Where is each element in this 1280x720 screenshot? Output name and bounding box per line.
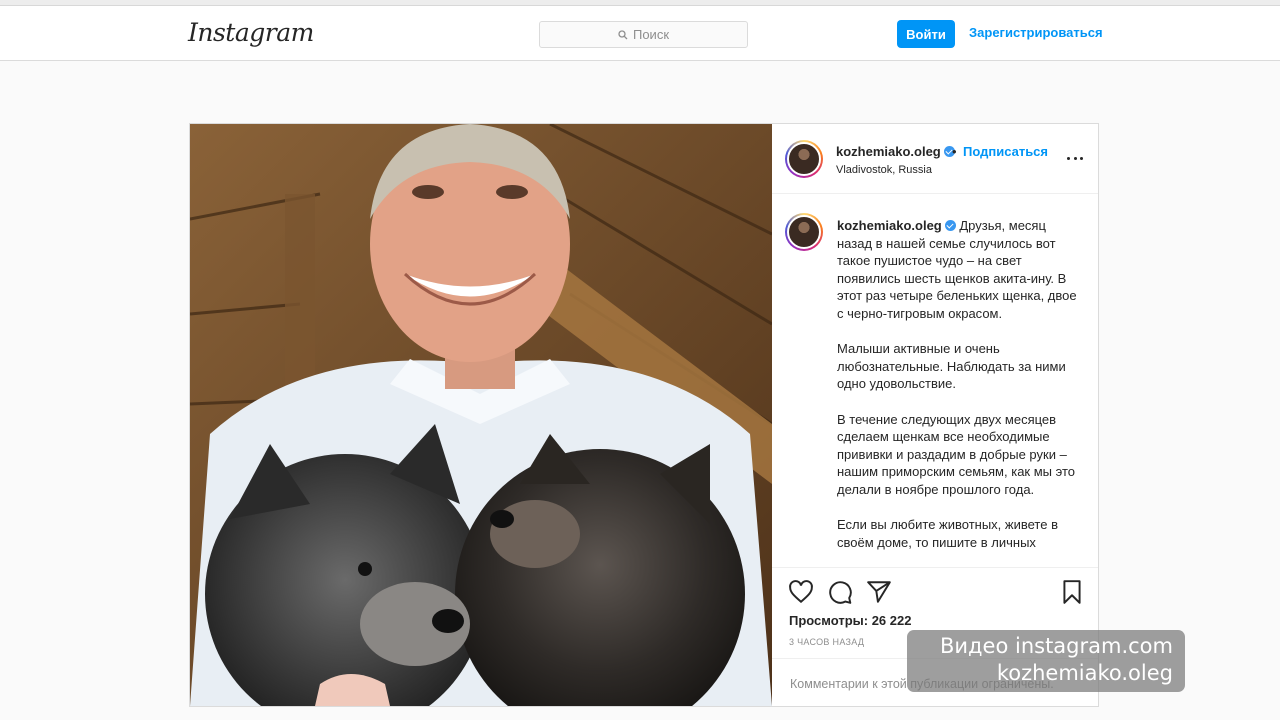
search-input[interactable]: Поиск	[539, 21, 748, 48]
verified-badge-icon	[944, 220, 956, 231]
caption-paragraph: Друзья, месяц назад в нашей семье случил…	[837, 218, 1077, 321]
share-icon[interactable]	[866, 579, 892, 605]
watermark-line-2: kozhemiako.oleg	[996, 661, 1173, 685]
post-video[interactable]	[190, 124, 772, 706]
heart-icon[interactable]	[788, 579, 814, 605]
search-placeholder: Поиск	[632, 27, 670, 42]
top-navigation-bar: Instagram Поиск Войти Зарегистрироваться	[0, 6, 1280, 61]
caption-paragraph: В течение следующих двух месяцев сделаем…	[837, 411, 1075, 497]
watermark-line-1: Видео instagram.com	[939, 634, 1173, 658]
follow-button[interactable]: Подписаться	[963, 144, 1048, 159]
comment-icon[interactable]	[827, 579, 853, 605]
post-timestamp[interactable]: 3 ЧАСОВ НАЗАД	[789, 637, 864, 647]
signup-link[interactable]: Зарегистрироваться	[969, 25, 1103, 40]
video-frame	[190, 124, 772, 706]
login-button[interactable]: Войти	[897, 20, 955, 48]
author-avatar[interactable]	[785, 140, 823, 178]
views-count[interactable]: Просмотры: 26 222	[789, 613, 911, 628]
author-username-link[interactable]: kozhemiako.oleg	[836, 144, 955, 159]
caption-paragraph: Если вы любите животных, живете в своём …	[837, 517, 1058, 550]
author-username: kozhemiako.oleg	[836, 144, 941, 159]
more-options-icon[interactable]	[1067, 148, 1083, 168]
caption-scroll-area[interactable]: kozhemiako.oleg Друзья, месяц назад в на…	[772, 195, 1098, 567]
caption-author-avatar[interactable]	[785, 213, 823, 251]
post-card: kozhemiako.oleg • Подписаться Vladivosto…	[189, 123, 1099, 707]
bookmark-icon[interactable]	[1059, 579, 1085, 605]
video-source-watermark: Видео instagram.com kozhemiako.oleg	[907, 630, 1185, 692]
post-location-link[interactable]: Vladivostok, Russia	[836, 164, 932, 176]
instagram-logo[interactable]: Instagram	[188, 18, 314, 47]
post-header: kozhemiako.oleg • Подписаться Vladivosto…	[772, 124, 1098, 194]
post-caption: kozhemiako.oleg Друзья, месяц назад в на…	[837, 217, 1077, 567]
caption-username-link[interactable]: kozhemiako.oleg	[837, 218, 942, 233]
search-icon	[618, 29, 628, 39]
post-sidebar: kozhemiako.oleg • Подписаться Vladivosto…	[772, 124, 1098, 706]
caption-paragraph: Малыши активные и очень любознательные. …	[837, 341, 1066, 392]
separator-dot: •	[952, 144, 957, 159]
